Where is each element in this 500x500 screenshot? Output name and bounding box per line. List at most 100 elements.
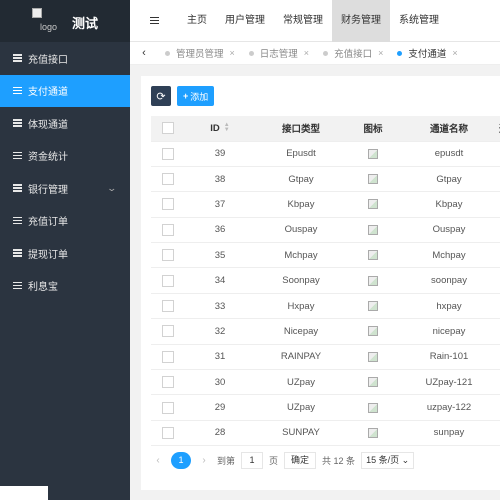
row-checkbox[interactable] — [162, 401, 174, 414]
broken-image-icon — [368, 427, 378, 438]
next-page-icon[interactable]: › — [197, 455, 211, 466]
table-row[interactable]: 31RAINPAYRain-1011 — [151, 344, 500, 371]
table-row[interactable]: 33Hxpayhxpay1 — [151, 293, 500, 320]
tab-bar: ‹ 管理员管理 × 日志管理 × 充值接口 × 支付通道 × — [130, 42, 500, 65]
topnav-item[interactable]: 主页 — [178, 0, 216, 42]
list-icon — [13, 281, 22, 290]
cell-id: 35 — [185, 242, 255, 269]
sidebar-item-interest[interactable]: 利息宝 — [0, 270, 130, 303]
sidebar-item-label: 体现通道 — [28, 119, 68, 131]
row-checkbox[interactable] — [162, 426, 174, 439]
row-checkbox[interactable] — [162, 325, 174, 338]
top-bar: 主页 用户管理 常规管理 财务管理 系统管理 — [130, 0, 500, 42]
row-checkbox[interactable] — [162, 300, 174, 313]
broken-image-icon — [368, 148, 378, 159]
current-page[interactable]: 1 — [171, 452, 191, 469]
pagination: ‹ 1 › 到第 1 页 确定 共 12 条 15 条/页 ⌄ — [151, 452, 415, 469]
table-header-row: ID▲▼ 接口类型 图标 通道名称 通道 — [151, 116, 500, 142]
cell-id: 28 — [185, 420, 255, 447]
per-page-select[interactable]: 15 条/页 ⌄ — [361, 452, 415, 469]
tab-item[interactable]: 支付通道 × — [390, 42, 464, 64]
close-icon[interactable]: × — [452, 48, 457, 58]
row-checkbox[interactable] — [162, 274, 174, 287]
sidebar-item-bank-manage[interactable]: 银行管理 ⌄ — [0, 172, 130, 205]
topnav-item[interactable]: 财务管理 — [332, 0, 390, 42]
row-checkbox[interactable] — [162, 350, 174, 363]
cell-type: Ouspay — [255, 217, 347, 244]
table-row[interactable]: 37KbpayKbpay1 — [151, 191, 500, 218]
cell-id: 30 — [185, 369, 255, 396]
table-row[interactable]: 29UZpayuzpay-1221 — [151, 394, 500, 421]
table-row[interactable]: 34Soonpaysoonpay1 — [151, 267, 500, 294]
tab-label: 充值接口 — [334, 49, 373, 60]
table-row[interactable]: 28SUNPAYsunpay10 — [151, 420, 500, 447]
cell-id: 37 — [185, 191, 255, 218]
sidebar-item-fund-stats[interactable]: 资金统计 — [0, 140, 130, 173]
tab-item[interactable]: 日志管理 × — [242, 42, 316, 64]
menu-toggle-icon[interactable] — [130, 0, 178, 42]
topnav-item[interactable]: 常规管理 — [274, 0, 332, 42]
cell-name: Mchpay — [399, 242, 499, 269]
sidebar-item-payment-channel[interactable]: 支付通道 — [0, 74, 130, 107]
sidebar-item-recharge-api[interactable]: 充值接口 — [0, 42, 130, 75]
confirm-button[interactable]: 确定 — [284, 452, 317, 469]
sidebar-item-label: 银行管理 — [28, 184, 68, 196]
header-id[interactable]: ID ▲ ▼ — [185, 116, 255, 142]
tab-item[interactable]: 充值接口 × — [316, 42, 390, 64]
broken-image-icon — [368, 174, 378, 185]
cell-type: Nicepay — [255, 318, 347, 345]
tab-dot-icon — [165, 50, 170, 56]
close-icon[interactable]: × — [304, 48, 309, 58]
cell-name: Kbpay — [399, 191, 499, 218]
chevron-down-icon: ⌄ — [401, 455, 410, 465]
select-all-checkbox[interactable] — [162, 122, 174, 135]
cell-id: 38 — [185, 166, 255, 193]
tab-label: 管理员管理 — [176, 49, 224, 60]
refresh-button[interactable]: ⟳ — [151, 86, 171, 106]
page-input[interactable]: 1 — [241, 452, 264, 469]
tab-item[interactable]: 管理员管理 × — [158, 42, 242, 64]
broken-image-icon — [368, 275, 378, 286]
cell-name: Ouspay — [399, 217, 499, 244]
sort-icon[interactable]: ▲ ▼ — [224, 122, 230, 133]
prev-page-icon[interactable]: ‹ — [151, 455, 165, 466]
main-panel: ⟳ +添加 ID▲▼ 接口类型 图标 通道名称 通道 39Epusdt epusd… — [141, 76, 500, 490]
toolbar: ⟳ + 添加 — [151, 86, 215, 106]
table-row[interactable]: 35MchpayMchpay1: — [151, 242, 500, 269]
table-row[interactable]: 39EpusdtepusdtER — [151, 141, 500, 167]
channel-table: ID▲▼ 接口类型 图标 通道名称 通道 39EpusdtepusdtER38G… — [151, 116, 500, 447]
cell-type: Gtpay — [255, 166, 347, 193]
refresh-icon: ⟳ — [156, 90, 166, 103]
cell-type: SUNPAY — [255, 420, 347, 447]
cell-id: 34 — [185, 267, 255, 294]
top-nav: 主页 用户管理 常规管理 财务管理 系统管理 — [178, 0, 448, 42]
page-unit: 页 — [269, 456, 279, 466]
table-row[interactable]: 38GtpayGtpay2 — [151, 166, 500, 193]
row-checkbox[interactable] — [162, 198, 174, 211]
cell-type: Soonpay — [255, 267, 347, 294]
sidebar-item-recharge-orders[interactable]: 充值订单 — [0, 205, 130, 238]
row-checkbox[interactable] — [162, 147, 174, 160]
cell-name: uzpay-122 — [399, 394, 499, 421]
cell-name: soonpay — [399, 267, 499, 294]
table-row[interactable]: 30UZpayUZpay-1211 — [151, 369, 500, 396]
close-icon[interactable]: × — [230, 48, 235, 58]
row-checkbox[interactable] — [162, 223, 174, 236]
close-icon[interactable]: × — [378, 48, 383, 58]
table-row[interactable]: 36OuspayOuspay10 — [151, 217, 500, 244]
sidebar-item-withdraw-channel[interactable]: 体现通道 — [0, 107, 130, 140]
row-checkbox[interactable] — [162, 173, 174, 186]
row-checkbox[interactable] — [162, 249, 174, 262]
sidebar-item-withdraw-orders[interactable]: 提现订单 — [0, 237, 130, 270]
add-button[interactable]: + 添加 — [177, 86, 215, 106]
topnav-item[interactable]: 用户管理 — [216, 0, 274, 42]
topnav-item[interactable]: 系统管理 — [390, 0, 448, 42]
row-checkbox[interactable] — [162, 376, 174, 389]
cell-name: Gtpay — [399, 166, 499, 193]
logo-image: logo — [32, 8, 66, 32]
app-title: 测试 — [72, 16, 99, 31]
header-icon: 图标 — [347, 116, 399, 142]
table-row[interactable]: 32Nicepaynicepay1 — [151, 318, 500, 345]
cell-id: 36 — [185, 217, 255, 244]
tab-scroll-left-icon[interactable]: ‹ — [130, 47, 158, 59]
